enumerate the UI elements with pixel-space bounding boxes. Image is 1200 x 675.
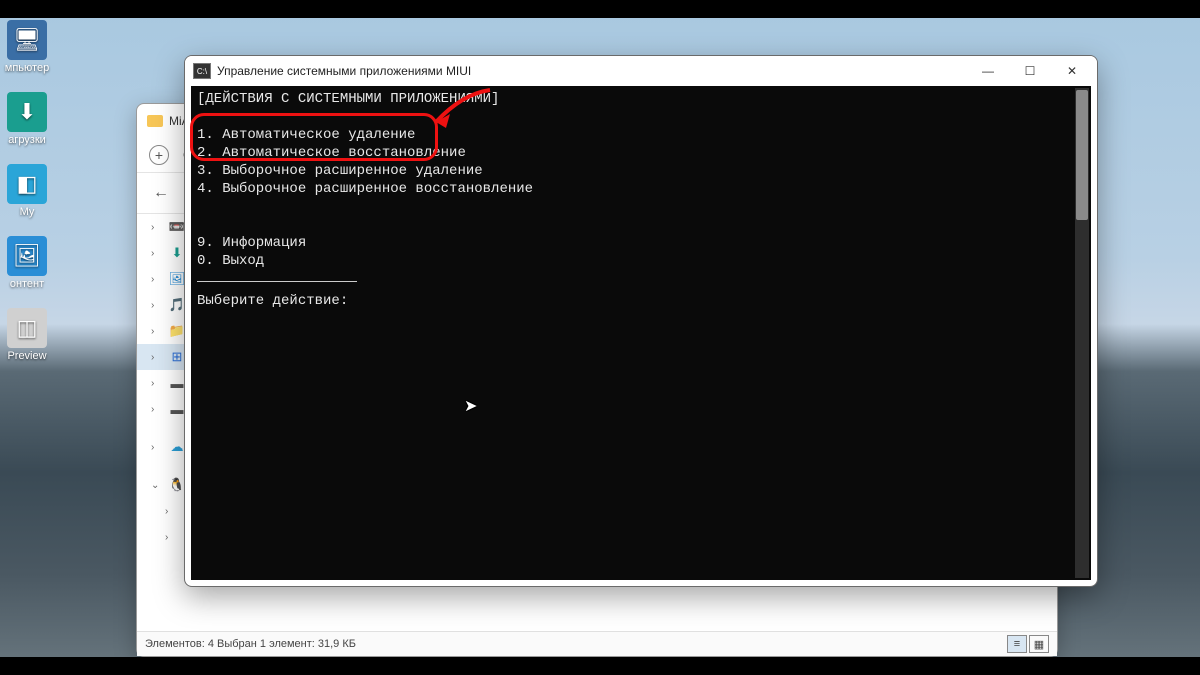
scrollbar[interactable]: [1075, 88, 1089, 578]
chevron-icon: ›: [151, 442, 161, 453]
icon-label: мпьютер: [0, 62, 58, 74]
details-view-icon[interactable]: ≡: [1007, 635, 1027, 653]
grid-view-icon[interactable]: ▦: [1029, 635, 1049, 653]
item-icon: 🖼: [169, 271, 185, 287]
chevron-icon: ›: [151, 378, 161, 389]
app-icon: ◫: [7, 308, 47, 348]
item-icon: 🐧: [169, 477, 185, 493]
console-window[interactable]: C:\ Управление системными приложениями M…: [184, 55, 1098, 587]
maximize-button[interactable]: ☐: [1009, 57, 1051, 85]
desktop-icon[interactable]: 🖼 онтент: [0, 236, 58, 290]
item-icon: ⬇: [169, 245, 185, 261]
letterbox: [0, 657, 1200, 675]
item-icon: ☁: [169, 439, 185, 455]
status-text: Элементов: 4 Выбран 1 элемент: 31,9 КБ: [145, 638, 356, 650]
app-icon: 🖥: [7, 20, 47, 60]
desktop-icon[interactable]: ⬇ агрузки: [0, 92, 58, 146]
chevron-icon: ⌄: [151, 480, 161, 491]
icon-label: онтент: [0, 278, 58, 290]
item-icon: ⊞: [169, 349, 185, 365]
console-title: Управление системными приложениями MIUI: [217, 64, 471, 78]
desktop-icon[interactable]: ◧ My: [0, 164, 58, 218]
app-icon: ⬇: [7, 92, 47, 132]
chevron-icon: ›: [151, 326, 161, 337]
chevron-icon: ›: [151, 352, 161, 363]
desktop-icon[interactable]: 🖥 мпьютер: [0, 20, 58, 74]
icon-label: агрузки: [0, 134, 58, 146]
item-icon: 🎵: [169, 297, 185, 313]
cmd-icon: C:\: [193, 63, 211, 79]
new-button[interactable]: +: [149, 145, 169, 165]
view-toggle[interactable]: ≡ ▦: [1007, 635, 1049, 653]
chevron-icon: ›: [151, 222, 161, 233]
item-icon: ▬: [169, 375, 185, 391]
chevron-icon: ›: [151, 404, 161, 415]
explorer-statusbar: Элементов: 4 Выбран 1 элемент: 31,9 КБ ≡…: [137, 631, 1057, 656]
console-output: [ДЕЙСТВИЯ С СИСТЕМНЫМИ ПРИЛОЖЕНИЯМИ] 1. …: [191, 86, 1091, 314]
close-button[interactable]: ✕: [1051, 57, 1093, 85]
chevron-icon: ›: [151, 248, 161, 259]
back-button[interactable]: ←: [149, 180, 173, 206]
mouse-cursor-icon: ➤: [464, 396, 477, 416]
console-body[interactable]: [ДЕЙСТВИЯ С СИСТЕМНЫМИ ПРИЛОЖЕНИЯМИ] 1. …: [191, 86, 1091, 580]
icon-label: Preview: [0, 350, 58, 362]
letterbox: [0, 0, 1200, 18]
icon-label: My: [0, 206, 58, 218]
app-icon: 🖼: [7, 236, 47, 276]
item-icon: 📼: [169, 219, 185, 235]
item-icon: 📁: [169, 323, 185, 339]
chevron-icon: ›: [151, 274, 161, 285]
chevron-icon: ›: [151, 300, 161, 311]
scrollbar-thumb[interactable]: [1076, 90, 1088, 220]
chevron-icon: ›: [165, 506, 175, 517]
desktop-icon[interactable]: ◫ Preview: [0, 308, 58, 362]
console-titlebar[interactable]: C:\ Управление системными приложениями M…: [185, 56, 1097, 86]
item-icon: ▬: [169, 401, 185, 417]
folder-icon: [147, 115, 163, 127]
chevron-icon: ›: [165, 532, 175, 543]
minimize-button[interactable]: —: [967, 57, 1009, 85]
app-icon: ◧: [7, 164, 47, 204]
